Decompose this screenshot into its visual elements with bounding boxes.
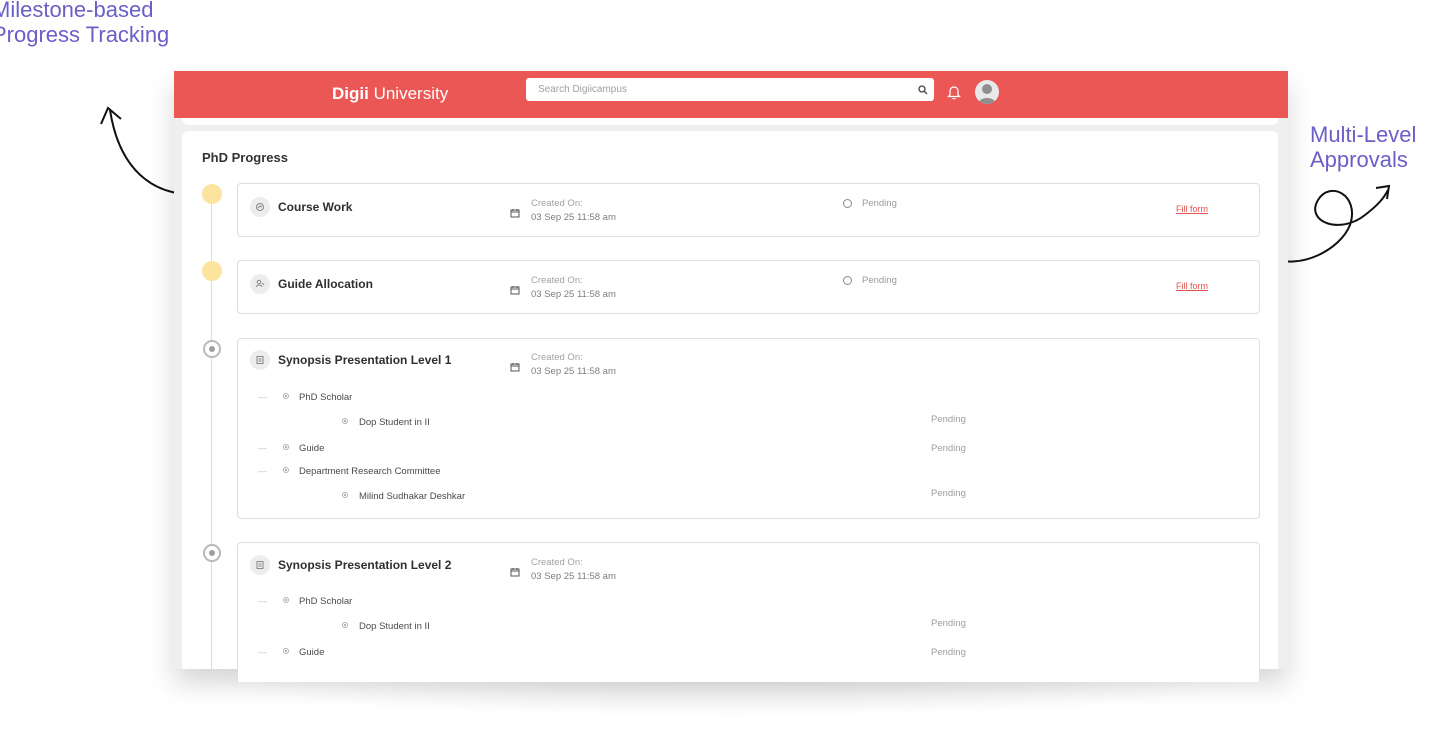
created-on-date: 03 Sep 25 11:58 am <box>531 366 616 377</box>
milestone-title: Synopsis Presentation Level 1 <box>278 353 452 367</box>
approval-role: Department Research Committee <box>299 466 441 477</box>
callout-line: Milestone-based <box>0 0 154 22</box>
created-on-date: 03 Sep 25 11:58 am <box>531 212 616 223</box>
window-bottom-edge <box>174 669 1288 735</box>
milestone-card-guide-allocation <box>237 260 1260 314</box>
search-input[interactable] <box>536 83 912 96</box>
tree-dash: — <box>258 466 267 476</box>
approver-dot <box>342 622 348 628</box>
approval-role-dot <box>283 393 289 399</box>
milestone-card-course-work <box>237 183 1260 237</box>
brand-bold: Digii <box>332 84 369 103</box>
callout-multi-level-approvals: Multi-Level Approvals <box>1310 122 1416 172</box>
milestone-title: Course Work <box>278 200 353 214</box>
brand-logo[interactable]: Digii University <box>332 84 448 104</box>
callout-line: Progress Tracking <box>0 22 170 47</box>
milestone-status-dot <box>202 184 222 204</box>
search-icon[interactable] <box>912 79 934 101</box>
approval-role: Guide <box>299 647 325 658</box>
approver-status: Pending <box>931 414 966 425</box>
calendar-icon <box>510 282 520 300</box>
created-on-label: Created On: <box>531 275 583 286</box>
approval-status: Pending <box>931 647 966 658</box>
approval-role-dot <box>283 597 289 603</box>
created-on-date: 03 Sep 25 11:58 am <box>531 571 616 582</box>
right-arrow-loop <box>1271 189 1389 263</box>
tree-dash: — <box>258 392 267 402</box>
created-on-date: 03 Sep 25 11:58 am <box>531 289 616 300</box>
document-icon <box>250 555 270 575</box>
milestone-status: Pending <box>862 275 897 286</box>
milestone-in-progress-dot <box>203 340 221 358</box>
approval-role: PhD Scholar <box>299 596 353 607</box>
approval-role-dot <box>283 444 289 450</box>
milestone-status: Pending <box>862 198 897 209</box>
approver-name: Dop Student in II <box>359 621 430 632</box>
approval-role-dot <box>283 648 289 654</box>
callout-line: Approvals <box>1310 147 1408 172</box>
page-title: PhD Progress <box>202 150 288 165</box>
milestone-title: Synopsis Presentation Level 2 <box>278 558 452 572</box>
approver-name: Dop Student in II <box>359 417 430 428</box>
milestone-in-progress-dot <box>203 544 221 562</box>
approver-status: Pending <box>931 618 966 629</box>
created-on-label: Created On: <box>531 352 583 363</box>
approver-dot <box>342 492 348 498</box>
created-on-label: Created On: <box>531 557 583 568</box>
approver-name: Milind Sudhakar Deshkar <box>359 491 466 502</box>
status-circle-icon <box>843 199 852 208</box>
created-on-label: Created On: <box>531 198 583 209</box>
bell-icon[interactable] <box>946 85 962 105</box>
fill-form-link[interactable]: Fill form <box>1176 204 1208 214</box>
top-strip <box>182 118 1278 125</box>
tree-dash: — <box>258 647 267 657</box>
calendar-icon <box>510 564 520 582</box>
approver-dot <box>342 418 348 424</box>
tree-dash: — <box>258 443 267 453</box>
status-circle-icon <box>843 276 852 285</box>
approval-role: PhD Scholar <box>299 392 353 403</box>
milestone-title: Guide Allocation <box>278 277 373 291</box>
search-bar <box>526 78 934 101</box>
guide-icon <box>250 274 270 294</box>
avatar[interactable] <box>975 80 999 104</box>
right-arrow-head <box>1375 184 1391 200</box>
left-arrow-head <box>100 106 122 125</box>
tree-dash: — <box>258 596 267 606</box>
callout-milestone-tracking: Milestone-based Progress Tracking <box>0 0 169 47</box>
document-icon <box>250 350 270 370</box>
approval-role: Guide <box>299 443 325 454</box>
brand-rest: University <box>368 84 449 103</box>
callout-line: Multi-Level <box>1310 122 1417 147</box>
calendar-icon <box>510 205 520 223</box>
approval-role-dot <box>283 467 289 473</box>
milestone-status-dot <box>202 261 222 281</box>
top-bar: Digii University <box>174 71 1288 118</box>
coursework-icon <box>250 197 270 217</box>
approval-status: Pending <box>931 443 966 454</box>
approver-status: Pending <box>931 488 966 499</box>
calendar-icon <box>510 359 520 377</box>
fill-form-link[interactable]: Fill form <box>1176 281 1208 291</box>
